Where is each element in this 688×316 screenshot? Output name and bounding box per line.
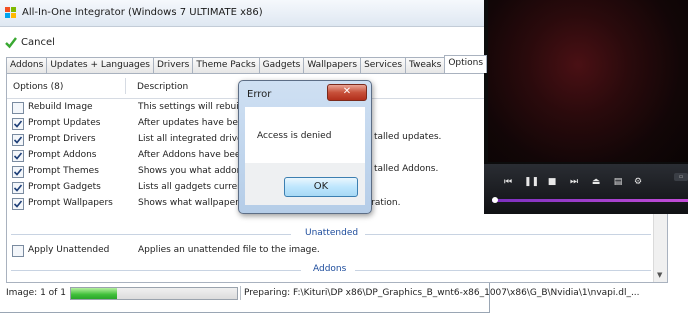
option-description: After Addons have been	[138, 150, 247, 160]
error-dialog: Error ✕ Access is denied OK	[238, 80, 372, 214]
tab-options[interactable]: Options	[444, 55, 488, 73]
checkmark-icon	[13, 152, 23, 160]
checkbox[interactable]	[12, 102, 24, 114]
option-label: Prompt Wallpapers	[28, 198, 113, 208]
option-description: Applies an unattended file to the image.	[138, 245, 320, 255]
checkbox[interactable]	[12, 118, 24, 130]
media-player: ⏮ ❚❚ ■ ⏭ ⏏ ▤ ⚙ ▭	[484, 0, 688, 214]
stop-icon[interactable]: ■	[546, 176, 558, 188]
checkbox[interactable]	[12, 182, 24, 194]
option-label: Apply Unattended	[28, 245, 110, 255]
row-desc-tail-updates: talled updates.	[374, 132, 442, 142]
tab-wallpapers[interactable]: Wallpapers	[303, 57, 362, 73]
checkbox[interactable]	[12, 166, 24, 178]
tab-services[interactable]: Services	[360, 57, 407, 73]
option-label: Prompt Drivers	[28, 134, 96, 144]
group-line	[11, 270, 301, 271]
status-text: Preparing: F:\Kituri\DP x86\DP_Graphics_…	[244, 288, 640, 298]
option-label: Prompt Addons	[28, 150, 97, 160]
dialog-title: Error	[247, 89, 272, 100]
column-divider[interactable]	[125, 78, 126, 94]
checkbox[interactable]	[12, 198, 24, 210]
group-line	[365, 234, 651, 235]
checkmark-icon	[13, 168, 23, 176]
eject-icon[interactable]: ⏏	[590, 176, 602, 188]
video-area[interactable]	[488, 0, 688, 162]
group-header-addons: Addons	[7, 263, 653, 277]
checkmark-icon	[13, 200, 23, 208]
row-desc-tail-addons: talled Addons.	[374, 164, 439, 174]
option-label: Prompt Updates	[28, 118, 101, 128]
checkbox[interactable]	[12, 245, 24, 257]
status-separator	[240, 286, 241, 300]
tab-gadgets[interactable]: Gadgets	[258, 57, 305, 73]
scroll-down-arrow-icon[interactable]: ▼	[657, 271, 662, 279]
next-icon[interactable]: ⏭	[568, 176, 580, 188]
playlist-icon[interactable]: ▤	[612, 176, 624, 188]
group-label-addons: Addons	[313, 264, 347, 274]
image-counter: Image: 1 of 1	[6, 288, 66, 298]
group-line	[355, 270, 651, 271]
dialog-body: Access is denied	[245, 107, 365, 163]
option-description: Shows you what addons	[138, 166, 248, 176]
cancel-label: Cancel	[21, 36, 55, 48]
checkbox[interactable]	[12, 134, 24, 146]
seek-bar[interactable]	[492, 197, 688, 203]
expand-icon[interactable]: ▭	[674, 173, 688, 181]
option-description: Lists all gadgets currently	[138, 182, 255, 192]
player-controls: ⏮ ❚❚ ■ ⏭ ⏏ ▤ ⚙ ▭	[484, 164, 688, 214]
dialog-footer: OK	[245, 163, 365, 205]
cancel-button[interactable]: Cancel	[4, 33, 55, 51]
app-icon	[5, 7, 16, 18]
ok-button[interactable]: OK	[284, 177, 358, 197]
window-title: All-In-One Integrator (Windows 7 ULTIMAT…	[22, 7, 263, 18]
column-header-description[interactable]: Description	[137, 82, 188, 92]
tab-updates-languages[interactable]: Updates + Languages	[46, 57, 154, 73]
progress-bar	[70, 287, 238, 300]
status-bar: Image: 1 of 1 Preparing: F:\Kituri\DP x8…	[0, 284, 640, 302]
column-header-options[interactable]: Options (8)	[13, 82, 63, 92]
tab-theme-packs[interactable]: Theme Packs	[192, 57, 260, 73]
seek-knob[interactable]	[492, 197, 498, 203]
checkmark-icon	[13, 136, 23, 144]
title-bar[interactable]: All-In-One Integrator (Windows 7 ULTIMAT…	[0, 0, 489, 27]
tab-addons[interactable]: Addons	[6, 57, 48, 73]
checkmark-icon	[13, 120, 23, 128]
group-header-unattended: Unattended	[7, 227, 653, 241]
tab-tweaks[interactable]: Tweaks	[405, 57, 446, 73]
checkmark-icon	[13, 184, 23, 192]
pause-icon[interactable]: ❚❚	[524, 176, 539, 188]
group-label-unattended: Unattended	[305, 228, 359, 238]
progress-fill	[71, 288, 118, 299]
option-description: After updates have been	[138, 118, 250, 128]
option-row-apply-unattended[interactable]: Apply Unattended Applies an unattended f…	[12, 244, 652, 258]
option-label: Rebuild Image	[28, 102, 93, 112]
tab-drivers[interactable]: Drivers	[152, 57, 194, 73]
option-label: Prompt Gadgets	[28, 182, 101, 192]
settings-icon[interactable]: ⚙	[632, 176, 644, 188]
group-line	[11, 234, 291, 235]
tab-strip: Addons Updates + Languages Drivers Theme…	[6, 55, 488, 73]
checkbox[interactable]	[12, 150, 24, 162]
dialog-message: Access is denied	[257, 131, 332, 141]
previous-icon[interactable]: ⏮	[502, 176, 514, 188]
option-label: Prompt Themes	[28, 166, 99, 176]
close-icon[interactable]: ✕	[327, 84, 367, 101]
checkmark-icon	[5, 37, 17, 49]
